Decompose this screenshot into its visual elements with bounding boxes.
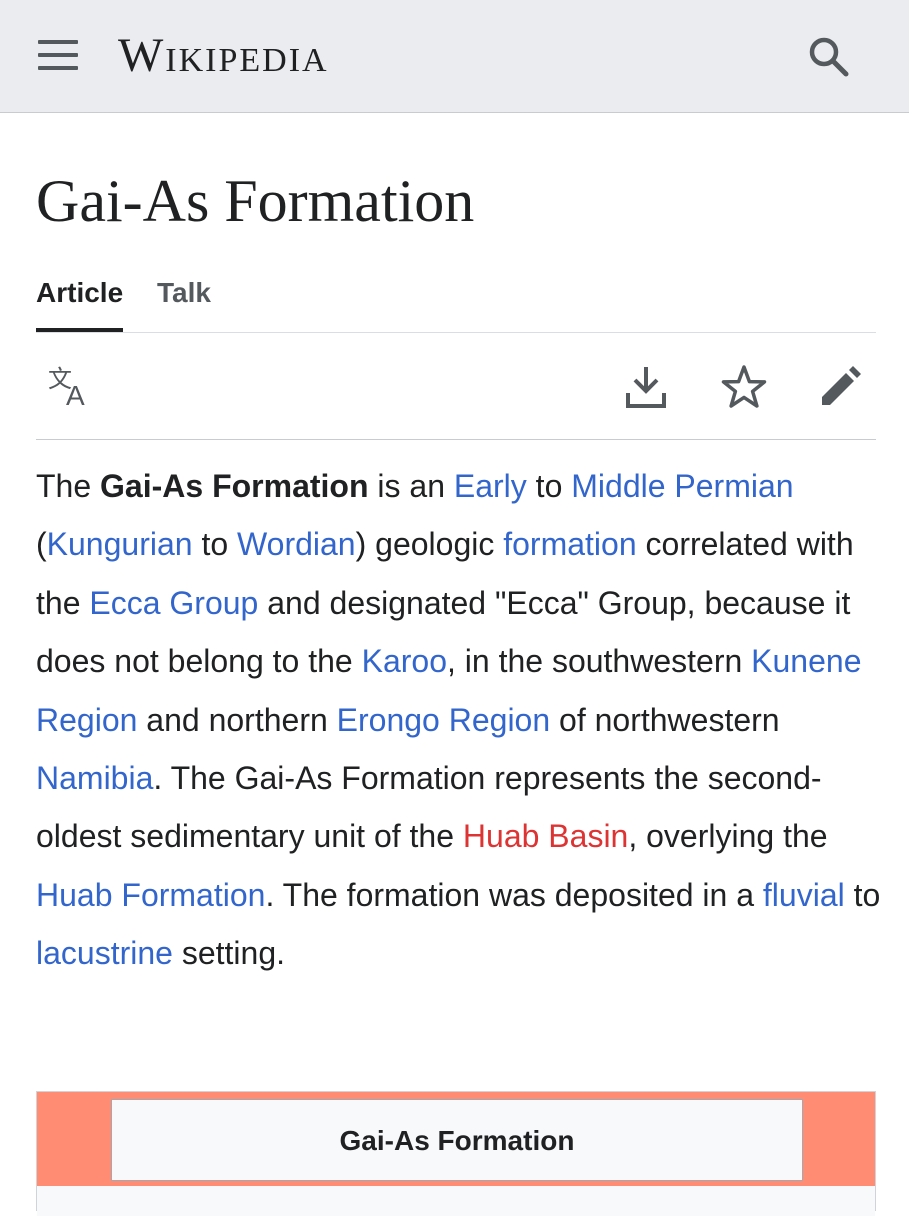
site-header: Wikipedia: [0, 0, 909, 113]
infobox: Gai-As Formation: [36, 1091, 876, 1216]
infobox-body: [37, 1186, 875, 1216]
link-huab-basin[interactable]: Huab Basin: [463, 818, 628, 854]
link-middle-permian[interactable]: Middle Permian: [571, 468, 793, 504]
page-title: Gai-As Formation: [36, 168, 475, 234]
link-early[interactable]: Early: [454, 468, 527, 504]
article-subject: Gai-As Formation: [100, 468, 369, 504]
page-tabs: Article Talk: [36, 270, 876, 333]
link-huab-formation[interactable]: Huab Formation: [36, 877, 265, 913]
star-icon[interactable]: [720, 363, 768, 411]
link-wordian[interactable]: Wordian: [237, 526, 356, 562]
lead-paragraph: The Gai-As Formation is an Early to Midd…: [36, 468, 881, 972]
search-icon[interactable]: [806, 34, 850, 78]
pencil-icon[interactable]: [816, 363, 864, 411]
wikipedia-wordmark[interactable]: Wikipedia: [118, 28, 329, 84]
download-icon[interactable]: [622, 363, 670, 411]
infobox-title: Gai-As Formation: [111, 1099, 803, 1181]
link-erongo-region[interactable]: Erongo Region: [337, 702, 550, 738]
svg-text:A: A: [66, 380, 85, 411]
link-namibia[interactable]: Namibia: [36, 760, 153, 796]
link-karoo[interactable]: Karoo: [362, 643, 447, 679]
page-actions-bar: 文 A: [36, 333, 876, 440]
link-fluvial[interactable]: fluvial: [763, 877, 845, 913]
translate-icon[interactable]: 文 A: [46, 363, 94, 411]
hamburger-menu-icon[interactable]: [38, 40, 78, 70]
link-ecca-group[interactable]: Ecca Group: [89, 585, 258, 621]
link-formation[interactable]: formation: [503, 526, 636, 562]
link-lacustrine[interactable]: lacustrine: [36, 935, 173, 971]
link-kungurian[interactable]: Kungurian: [47, 526, 193, 562]
tab-talk[interactable]: Talk: [157, 270, 211, 330]
tab-article[interactable]: Article: [36, 270, 124, 332]
